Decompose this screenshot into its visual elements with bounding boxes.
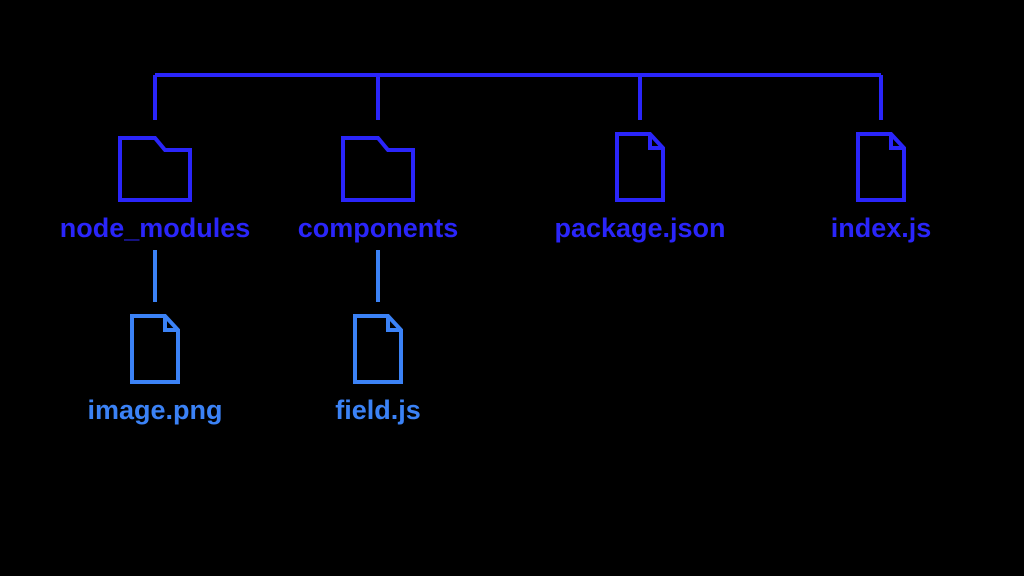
- node-field-js: field.js: [335, 316, 421, 425]
- node-label: image.png: [87, 395, 222, 425]
- file-icon: [355, 316, 401, 382]
- file-icon: [617, 134, 663, 200]
- file-icon: [858, 134, 904, 200]
- folder-icon: [343, 138, 413, 200]
- node-package-json: package.json: [554, 134, 725, 243]
- node-label: package.json: [554, 213, 725, 243]
- node-label: index.js: [831, 213, 932, 243]
- node-label: node_modules: [60, 213, 251, 243]
- file-icon: [132, 316, 178, 382]
- node-label: field.js: [335, 395, 421, 425]
- node-image-png: image.png: [87, 316, 222, 425]
- tree-connector-top: [155, 75, 881, 120]
- node-index-js: index.js: [831, 134, 932, 243]
- node-node-modules: node_modules: [60, 138, 251, 243]
- node-components: components: [298, 138, 459, 243]
- folder-icon: [120, 138, 190, 200]
- file-tree-diagram: node_modules components package.json ind…: [0, 0, 1024, 576]
- node-label: components: [298, 213, 459, 243]
